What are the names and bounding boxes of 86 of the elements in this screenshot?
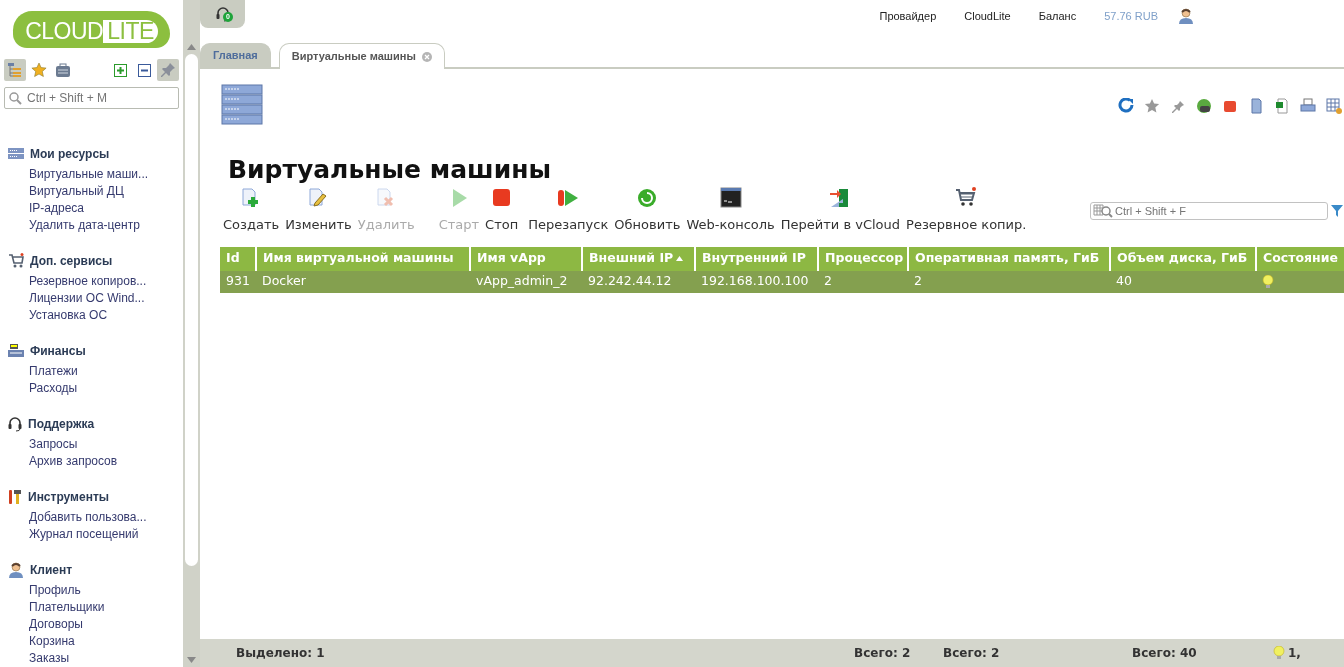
- section-title[interactable]: Мои ресурсы: [30, 145, 110, 163]
- expand-icon: [113, 63, 127, 77]
- table-settings-button[interactable]: [1323, 95, 1344, 116]
- menu-item[interactable]: Договоры: [8, 616, 183, 633]
- stop-icon: [490, 187, 513, 209]
- refresh-icon: [636, 187, 659, 209]
- menu-item[interactable]: Установка ОС: [8, 307, 183, 324]
- table-cell: 931: [220, 270, 256, 293]
- tree-icon: [7, 62, 23, 78]
- provider-name: CloudLite: [964, 9, 1011, 24]
- section-title[interactable]: Поддержка: [28, 415, 95, 433]
- menu-item[interactable]: Виртуальный ДЦ: [8, 183, 183, 200]
- table-cell: 2: [818, 270, 908, 293]
- toolbar-button[interactable]: Перезапуск: [525, 187, 612, 235]
- menu-item[interactable]: Журнал посещений: [8, 526, 183, 543]
- toolbar-button[interactable]: Обновить: [611, 187, 684, 235]
- footer-summary: Всего: 40: [1132, 645, 1197, 662]
- balance-label: Баланс: [1038, 9, 1077, 24]
- footer-summary: Выделено: 1: [236, 645, 325, 662]
- filter-search-field[interactable]: Ctrl + Shift + F: [1090, 201, 1328, 220]
- toolbar-button[interactable]: Перейти в vCloud: [777, 187, 904, 235]
- star-icon: [31, 62, 47, 78]
- provider-label: Провайдер: [879, 9, 937, 24]
- menu-item[interactable]: IP-адреса: [8, 200, 183, 217]
- scroll-down-icon[interactable]: [187, 657, 196, 663]
- scroll-up-icon[interactable]: [187, 44, 196, 50]
- toolbar-button[interactable]: Создать: [220, 187, 283, 235]
- section-title[interactable]: Клиент: [30, 561, 73, 579]
- cart-icon: [8, 253, 24, 269]
- table-cell: 92.242.44.12: [582, 270, 695, 293]
- table-cell: vApp_admin_2: [470, 270, 582, 293]
- menu-item[interactable]: Расходы: [8, 380, 183, 397]
- menu-item[interactable]: Заказы: [8, 650, 183, 667]
- headset-icon: [8, 416, 22, 432]
- menu-search-field[interactable]: Ctrl + Shift + M: [4, 87, 179, 109]
- spreadsheet-icon: [1273, 97, 1290, 114]
- person-icon: [8, 562, 24, 578]
- terminal-icon: [719, 187, 742, 209]
- menu-item[interactable]: Плательщики: [8, 599, 183, 616]
- restart-icon: [557, 187, 580, 209]
- menu-item[interactable]: Виртуальные маши...: [8, 166, 183, 183]
- table-cell: 2: [908, 270, 1110, 293]
- footer-summary: Всего: 2: [854, 645, 911, 662]
- menu-item[interactable]: Добавить пользова...: [8, 509, 183, 526]
- user-icon: [1178, 8, 1194, 25]
- toolbar-button[interactable]: Резервное копир.: [903, 187, 1030, 235]
- section-title[interactable]: Инструменты: [28, 488, 110, 506]
- close-icon[interactable]: [421, 51, 432, 62]
- cash-register-icon: [8, 344, 24, 358]
- page-title: Виртуальные машины: [228, 155, 553, 185]
- menu-item[interactable]: Резервное копиров...: [8, 273, 183, 290]
- menu-item[interactable]: Платежи: [8, 363, 183, 380]
- user-menu-button[interactable]: [1178, 8, 1194, 25]
- tree-view-button[interactable]: [4, 59, 26, 81]
- toolbar-button[interactable]: Изменить: [282, 187, 355, 235]
- table-cell: 192.168.100.100: [695, 270, 818, 293]
- menu-item[interactable]: Лицензии ОС Wind...: [8, 290, 183, 307]
- menu-item[interactable]: Запросы: [8, 436, 183, 453]
- cart-icon: [955, 187, 978, 209]
- table-cell: 40: [1110, 270, 1256, 293]
- search-icon: [9, 92, 22, 105]
- refresh-icon: [1117, 97, 1134, 114]
- scrollbar[interactable]: [183, 0, 200, 667]
- footer-summary: 1,: [1288, 645, 1301, 662]
- section-title[interactable]: Доп. сервисы: [30, 252, 113, 270]
- table-cell: Docker: [256, 270, 470, 293]
- menu-item[interactable]: Архив запросов: [8, 453, 183, 470]
- servers-icon: [8, 148, 24, 160]
- star-icon: [1143, 97, 1160, 114]
- pin-icon: [160, 62, 176, 78]
- menu-item[interactable]: Профиль: [8, 582, 183, 599]
- toolbar-button[interactable]: Web-консоль: [683, 187, 778, 235]
- table-settings-icon: [1325, 97, 1342, 114]
- section-title[interactable]: Финансы: [30, 342, 86, 360]
- tools-icon: [8, 489, 22, 505]
- collapse-icon: [137, 63, 151, 77]
- filter-button[interactable]: [1330, 203, 1344, 218]
- tab[interactable]: Виртуальные машины: [278, 43, 445, 69]
- menu-item[interactable]: Удалить дата-центр: [8, 217, 183, 234]
- print-icon: [1299, 97, 1316, 114]
- lightbulb-icon: [1273, 646, 1285, 660]
- table-search-icon: [1093, 203, 1113, 218]
- toolbar-button[interactable]: Стоп: [482, 187, 522, 235]
- menu-item[interactable]: Корзина: [8, 633, 183, 650]
- filter-icon: [1330, 203, 1344, 218]
- footer-summary: Всего: 2: [943, 645, 1000, 662]
